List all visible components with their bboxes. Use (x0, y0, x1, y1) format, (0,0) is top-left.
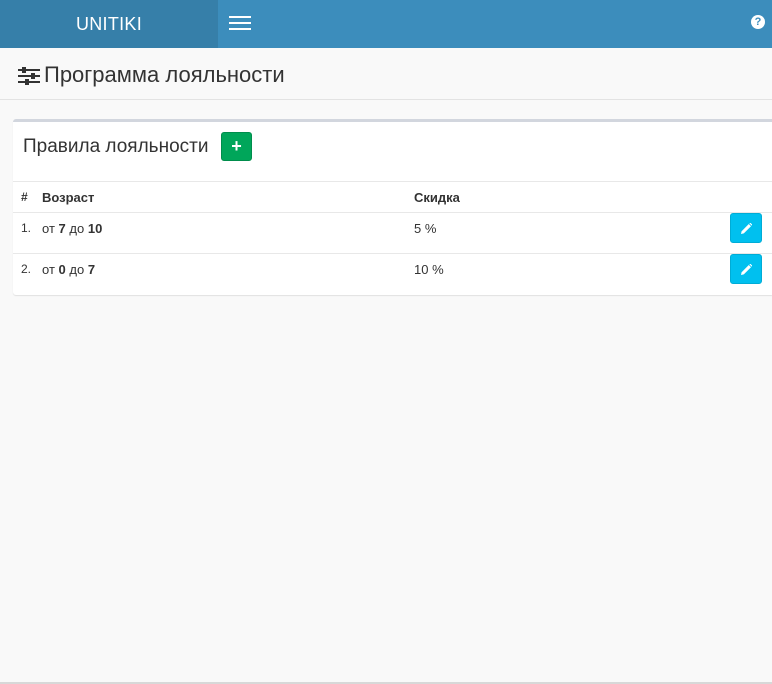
loyalty-rules-box: Правила лояльности + # Возраст Скидка 1.… (13, 119, 772, 295)
table-header-row: # Возраст Скидка (13, 181, 772, 213)
age-mid: до (69, 221, 85, 236)
row-number: 2. (13, 253, 42, 295)
hamburger-menu-icon[interactable] (229, 16, 251, 32)
row-number: 1. (13, 212, 42, 254)
box-title: Правила лояльности (23, 136, 209, 157)
table-row: 2. от 0 до 7 10 % (13, 253, 772, 295)
age-from: 0 (58, 262, 66, 277)
row-actions (730, 253, 772, 295)
age-to: 10 (87, 221, 103, 236)
age-range: от 0 до 7 (42, 253, 414, 295)
rules-table: # Возраст Скидка 1. от 7 до 10 5 % 2. от… (13, 181, 772, 295)
add-rule-button[interactable]: + (221, 132, 252, 161)
discount-value: 5 % (414, 212, 730, 254)
age-from: 7 (58, 221, 66, 236)
plus-icon: + (231, 136, 242, 156)
pencil-icon (741, 223, 752, 234)
edit-rule-button[interactable] (730, 213, 762, 243)
edit-rule-button[interactable] (730, 254, 762, 284)
age-prefix: от (42, 262, 55, 277)
pencil-icon (741, 264, 752, 275)
top-navbar: UNITIKI ? (0, 0, 772, 48)
table-row: 1. от 7 до 10 5 % (13, 212, 772, 254)
age-prefix: от (42, 221, 55, 236)
page-header: Программа лояльности (0, 48, 772, 100)
column-header-discount: Скидка (414, 181, 730, 213)
column-header-actions (730, 181, 772, 213)
logo[interactable]: UNITIKI (0, 0, 218, 48)
column-header-number: # (13, 181, 42, 213)
row-actions (730, 212, 772, 254)
page-title: Программа лояльности (44, 62, 285, 87)
age-to: 7 (87, 262, 96, 277)
age-mid: до (69, 262, 85, 277)
question-circle-icon[interactable]: ? (751, 15, 765, 29)
sliders-icon (18, 67, 40, 85)
column-header-age: Возраст (42, 181, 414, 213)
age-range: от 7 до 10 (42, 212, 414, 254)
discount-value: 10 % (414, 253, 730, 295)
